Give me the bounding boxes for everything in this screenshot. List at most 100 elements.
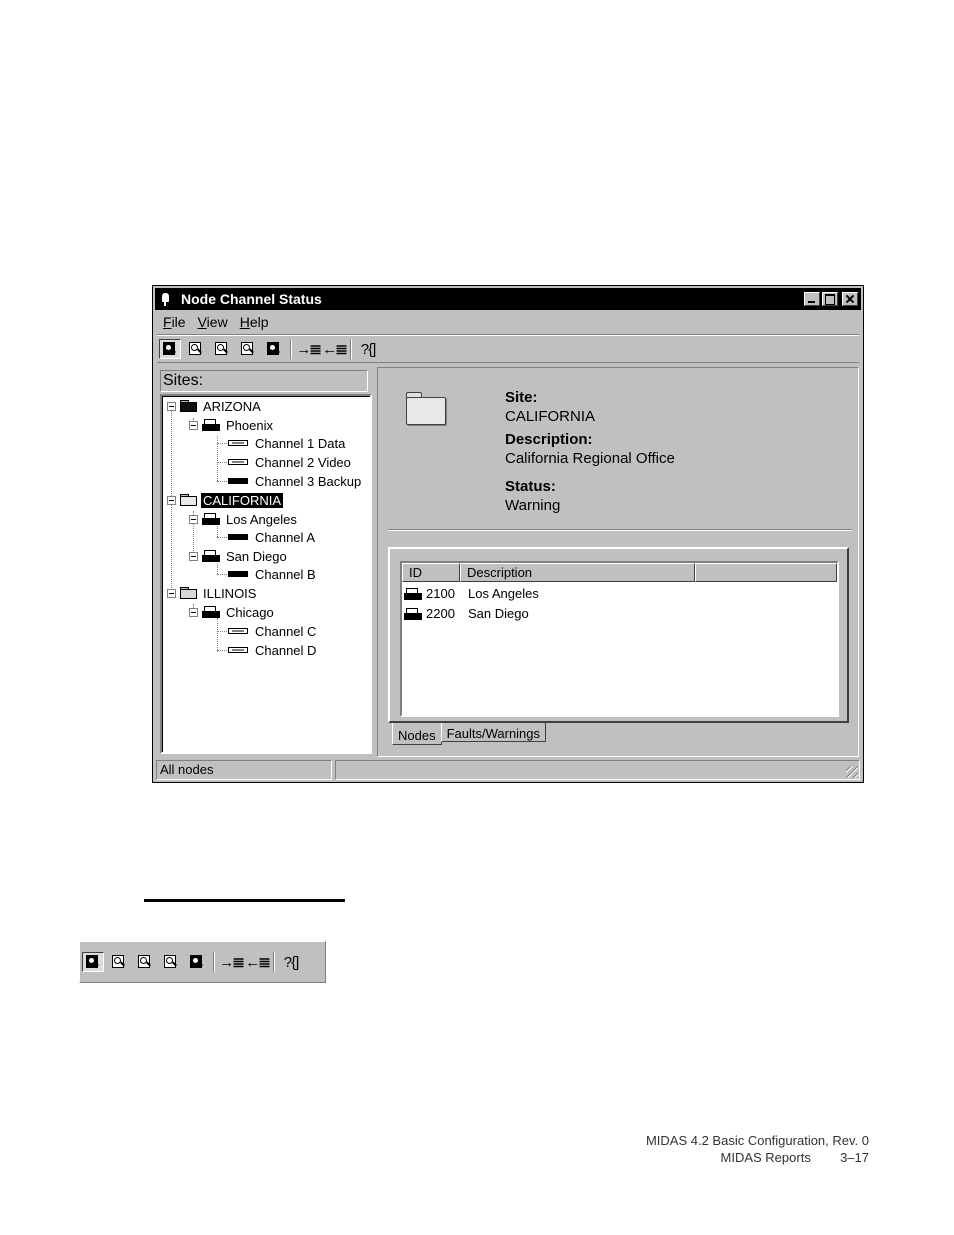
indent-right-button[interactable]: →≣: [219, 952, 245, 972]
collapse-icon[interactable]: [189, 607, 198, 617]
minimize-button[interactable]: [804, 292, 820, 306]
node-icon: [404, 607, 422, 620]
find-button-1[interactable]: [108, 952, 130, 972]
find-all-icon: [162, 342, 178, 356]
tree-item-channel-2-video[interactable]: Channel 2 Video: [228, 453, 353, 471]
find-dark-button[interactable]: [263, 339, 285, 359]
find-button-1[interactable]: [185, 339, 207, 359]
description-label: Description:: [505, 431, 593, 448]
help-button[interactable]: ?{]: [357, 339, 379, 359]
column-header-extra[interactable]: [695, 563, 837, 582]
close-button[interactable]: [842, 292, 858, 306]
nodes-list[interactable]: ID Description 2100 Los Angeles 2200 San…: [400, 561, 839, 717]
tree-item-illinois[interactable]: ILLINOIS: [167, 584, 258, 602]
collapse-icon[interactable]: [167, 401, 176, 411]
footer-section: MIDAS Reports 3–17: [721, 1150, 869, 1165]
find-button-3[interactable]: [160, 952, 182, 972]
toolbar-separator: [350, 339, 352, 359]
column-header-description[interactable]: Description: [460, 563, 695, 582]
column-header-id[interactable]: ID: [402, 563, 460, 582]
section-rule: [144, 899, 345, 902]
menu-help[interactable]: Help: [234, 312, 275, 332]
find-all-button[interactable]: [159, 339, 181, 359]
toolbar: →≣ ←≣ ?{]: [157, 335, 859, 363]
collapse-icon[interactable]: [189, 514, 198, 524]
help-button[interactable]: ?{]: [280, 952, 302, 972]
sites-tree[interactable]: ARIZONA Phoenix Channel 1 Data Channel 2…: [160, 394, 372, 754]
tab-faults-warnings[interactable]: Faults/Warnings: [440, 723, 547, 742]
find-all-icon: [85, 955, 101, 969]
tree-item-phoenix[interactable]: Phoenix: [189, 416, 275, 434]
menu-file[interactable]: File: [157, 312, 192, 332]
tree-item-california[interactable]: CALIFORNIA: [167, 491, 285, 509]
channel-icon: [228, 440, 248, 446]
indent-left-button[interactable]: ←≣: [245, 952, 271, 972]
tree-item-channel-c[interactable]: Channel C: [228, 622, 318, 640]
sites-header: Sites:: [160, 370, 368, 392]
status-text: All nodes: [156, 760, 332, 780]
status-panel-2: [335, 760, 860, 780]
find-button-2[interactable]: [134, 952, 156, 972]
channel-dark-icon: [228, 571, 248, 577]
tab-panel: ID Description 2100 Los Angeles 2200 San…: [388, 547, 849, 723]
resize-grip-icon[interactable]: [846, 766, 858, 778]
tree-item-channel-3-backup[interactable]: Channel 3 Backup: [228, 472, 363, 490]
tab-nodes[interactable]: Nodes: [392, 723, 442, 745]
find-icon: [214, 342, 230, 356]
site-value: CALIFORNIA: [505, 408, 596, 425]
toolbar-separator: [273, 952, 275, 972]
footer-section-name: MIDAS Reports: [720, 1150, 811, 1165]
tree-item-channel-a[interactable]: Channel A: [228, 528, 317, 546]
collapse-icon[interactable]: [189, 551, 198, 561]
menu-bar: File View Help: [157, 312, 275, 332]
collapse-icon[interactable]: [167, 588, 176, 598]
indent-right-icon: →≣: [296, 341, 322, 358]
tree-line: [217, 481, 227, 482]
find-icon: [111, 955, 127, 969]
indent-left-icon: ←≣: [322, 341, 348, 358]
indent-right-button[interactable]: →≣: [296, 339, 322, 359]
tree-item-arizona[interactable]: ARIZONA: [167, 397, 263, 415]
toolbar-separator: [290, 339, 292, 359]
channel-icon: [228, 459, 248, 465]
find-dark-button[interactable]: [186, 952, 208, 972]
tree-item-channel-b[interactable]: Channel B: [228, 565, 318, 583]
tree-line: [217, 631, 227, 632]
tree-item-channel-d[interactable]: Channel D: [228, 641, 318, 659]
site-folder-icon: [406, 392, 446, 425]
find-all-button[interactable]: [82, 952, 104, 972]
channel-icon: [228, 628, 248, 634]
folder-icon: [180, 587, 197, 599]
tree-item-san-diego[interactable]: San Diego: [189, 547, 289, 565]
node-icon: [202, 419, 220, 431]
find-dark-icon: [189, 955, 205, 969]
app-icon[interactable]: [159, 292, 173, 306]
menu-view[interactable]: View: [192, 312, 234, 332]
list-row[interactable]: 2100 Los Angeles: [404, 584, 539, 603]
channel-icon: [228, 647, 248, 653]
indent-left-icon: ←≣: [245, 954, 271, 971]
tree-item-channel-1-data[interactable]: Channel 1 Data: [228, 434, 347, 452]
status-label: Status:: [505, 478, 556, 495]
tree-line: [217, 574, 227, 575]
indent-left-button[interactable]: ←≣: [322, 339, 348, 359]
tree-line: [217, 650, 227, 651]
find-dark-icon: [266, 342, 282, 356]
title-bar[interactable]: Node Channel Status: [155, 288, 861, 310]
node-icon: [202, 606, 220, 618]
node-icon: [202, 513, 220, 525]
collapse-icon[interactable]: [189, 420, 198, 430]
tree-item-los-angeles[interactable]: Los Angeles: [189, 510, 299, 528]
find-button-3[interactable]: [237, 339, 259, 359]
find-button-2[interactable]: [211, 339, 233, 359]
channel-dark-icon: [228, 478, 248, 484]
tree-item-chicago[interactable]: Chicago: [189, 603, 276, 621]
list-row[interactable]: 2200 San Diego: [404, 604, 529, 623]
tree-line: [217, 618, 218, 652]
footer-page-number: 3–17: [840, 1150, 869, 1165]
maximize-button[interactable]: [822, 292, 838, 306]
node-channel-status-window: Node Channel Status File View Help →≣ ←≣…: [152, 285, 864, 783]
footer-doc-title: MIDAS 4.2 Basic Configuration, Rev. 0: [645, 1133, 869, 1148]
collapse-icon[interactable]: [167, 495, 176, 505]
detail-panel: Site: CALIFORNIA Description: California…: [377, 367, 859, 757]
